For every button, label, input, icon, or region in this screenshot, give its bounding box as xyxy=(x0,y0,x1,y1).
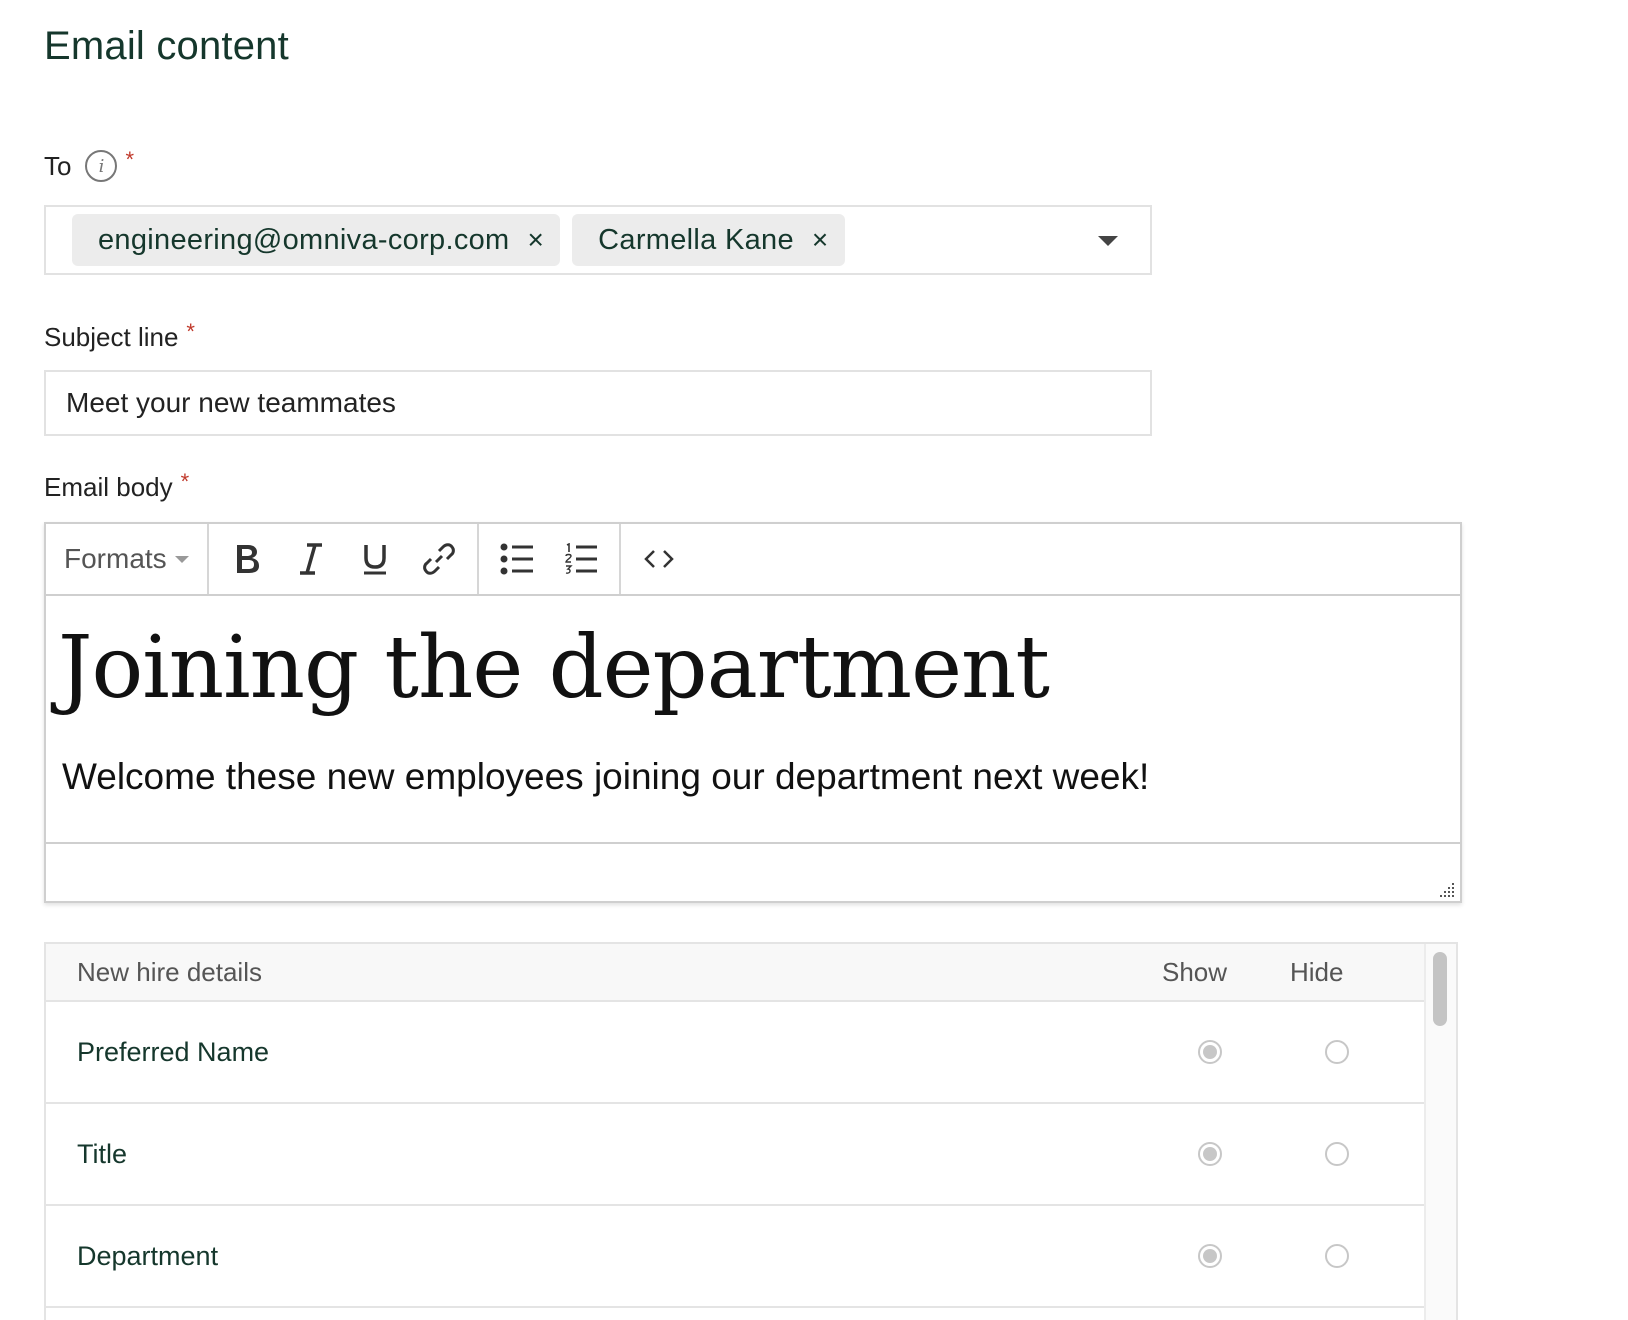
rich-text-editor: Formats Joining the department Welcome t… xyxy=(44,522,1462,903)
bullet-list-button[interactable] xyxy=(485,527,549,591)
source-code-button[interactable] xyxy=(627,527,691,591)
link-button[interactable] xyxy=(407,527,471,591)
editor-toolbar: Formats xyxy=(46,524,1460,596)
editor-content[interactable]: Joining the department Welcome these new… xyxy=(46,596,1460,844)
subject-label-row: Subject line * xyxy=(44,318,195,353)
row-label: Preferred Name xyxy=(77,1036,270,1067)
row-label: Department xyxy=(77,1240,219,1271)
subject-label: Subject line xyxy=(44,322,179,352)
chevron-down-icon xyxy=(174,555,189,563)
italic-icon xyxy=(299,543,322,575)
table-row: Department xyxy=(46,1206,1426,1308)
bullet-list-icon xyxy=(500,543,533,575)
new-hire-details-panel: New hire details Show Hide Preferred Nam… xyxy=(44,942,1458,1320)
subject-input[interactable] xyxy=(44,370,1152,436)
scrollbar-thumb[interactable] xyxy=(1433,952,1447,1026)
bold-button[interactable] xyxy=(215,527,279,591)
table-row: Title xyxy=(46,1104,1426,1206)
show-radio[interactable] xyxy=(1198,1040,1222,1064)
recipient-chip: engineering@omniva-corp.com × xyxy=(72,214,561,266)
required-marker: * xyxy=(186,318,195,344)
toolbar-group-style xyxy=(209,524,479,594)
info-icon[interactable]: i xyxy=(85,150,118,182)
hide-radio[interactable] xyxy=(1325,1142,1349,1166)
body-paragraph: Welcome these new employees joining our … xyxy=(62,756,1150,797)
hide-radio[interactable] xyxy=(1325,1040,1349,1064)
close-icon[interactable]: × xyxy=(528,224,545,256)
to-label: To xyxy=(44,150,72,181)
body-label: Email body xyxy=(44,472,173,502)
recipient-chip-label: engineering@omniva-corp.com xyxy=(98,223,510,256)
italic-button[interactable] xyxy=(279,527,343,591)
numbered-list-icon xyxy=(564,543,597,574)
show-radio[interactable] xyxy=(1198,1244,1222,1268)
chevron-down-icon[interactable] xyxy=(1098,236,1118,246)
hide-radio[interactable] xyxy=(1325,1244,1349,1268)
scrollbar[interactable] xyxy=(1424,944,1456,1320)
toolbar-group-lists xyxy=(479,524,621,594)
bold-icon xyxy=(236,545,259,573)
recipients-select[interactable]: engineering@omniva-corp.com × Carmella K… xyxy=(44,205,1152,275)
body-heading: Joining the department xyxy=(58,618,1050,718)
formats-label: Formats xyxy=(64,543,167,574)
close-icon[interactable]: × xyxy=(812,224,829,256)
to-label-row: To i * xyxy=(44,147,135,182)
link-icon xyxy=(422,543,455,575)
required-marker: * xyxy=(125,147,135,172)
recipient-chip-label: Carmella Kane xyxy=(598,223,794,256)
toolbar-group-formats: Formats xyxy=(46,524,209,594)
column-header-show: Show xyxy=(1162,956,1228,987)
code-icon xyxy=(643,550,674,568)
underline-button[interactable] xyxy=(343,527,407,591)
formats-dropdown[interactable]: Formats xyxy=(50,543,203,575)
new-hire-details-table: New hire details Show Hide Preferred Nam… xyxy=(46,944,1426,1308)
column-header-hide: Hide xyxy=(1290,956,1344,987)
page-title: Email content xyxy=(44,24,289,68)
row-label: Title xyxy=(77,1138,128,1169)
table-header: New hire details Show Hide xyxy=(46,944,1426,1002)
recipient-chip: Carmella Kane × xyxy=(572,214,845,266)
editor-statusbar xyxy=(46,844,1460,903)
column-header-name: New hire details xyxy=(77,956,262,987)
body-label-row: Email body * xyxy=(44,468,190,503)
toolbar-group-code xyxy=(621,524,697,594)
resize-handle-icon[interactable] xyxy=(1436,879,1456,899)
underline-icon xyxy=(363,545,386,575)
numbered-list-button[interactable] xyxy=(549,527,613,591)
show-radio[interactable] xyxy=(1198,1142,1222,1166)
table-row: Preferred Name xyxy=(46,1002,1426,1104)
required-marker: * xyxy=(180,468,190,494)
